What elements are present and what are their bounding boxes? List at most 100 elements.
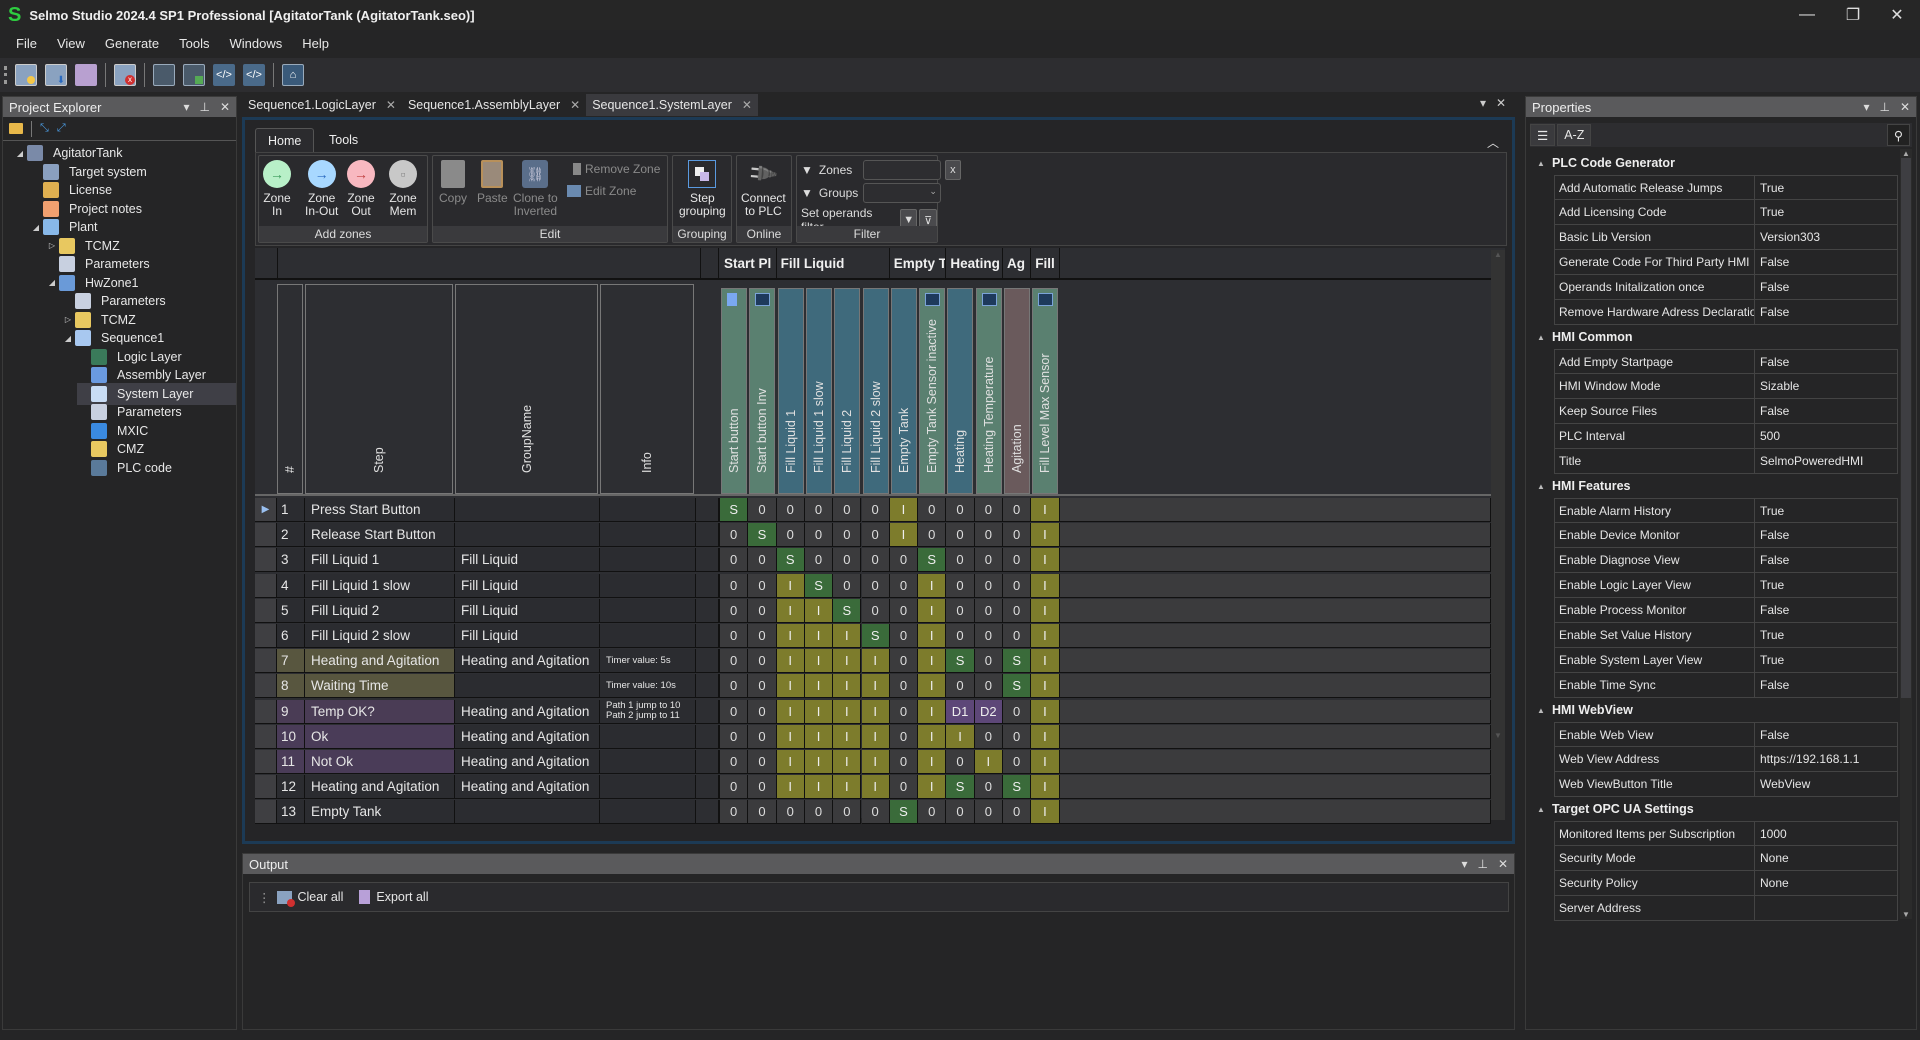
step-name[interactable]: Release Start Button	[305, 523, 455, 548]
operand-cell[interactable]: I	[776, 649, 805, 674]
operand-cell[interactable]: 0	[918, 800, 947, 825]
operand-cell[interactable]: S	[833, 598, 862, 623]
operand-cell[interactable]: 0	[804, 523, 834, 548]
property-value[interactable]: False	[1755, 673, 1897, 697]
row-header[interactable]	[255, 699, 277, 724]
close-tab-icon[interactable]: ✕	[386, 98, 396, 112]
close-icon[interactable]: ✕	[1900, 100, 1910, 114]
operand-cell[interactable]: 0	[974, 674, 1003, 699]
step-name[interactable]: Fill Liquid 2	[305, 598, 455, 623]
property-row[interactable]: Web ViewButton Title WebView	[1554, 772, 1898, 797]
zone-group-header[interactable]: Heating	[946, 248, 1003, 278]
operand-cell[interactable]: 0	[974, 775, 1003, 800]
property-value[interactable]: Sizable	[1755, 374, 1897, 398]
property-category[interactable]: ▲ HMI Features	[1530, 474, 1900, 498]
property-value[interactable]: True	[1755, 623, 1897, 647]
row-header[interactable]	[255, 674, 277, 699]
operand-cell[interactable]: 0	[720, 724, 749, 749]
collapse-arrow-icon[interactable]: ▲	[1530, 805, 1552, 814]
operand-cell[interactable]: I	[804, 775, 834, 800]
property-value[interactable]: 1000	[1755, 822, 1897, 845]
operand-cell[interactable]: 0	[720, 548, 749, 573]
operand-header[interactable]: Heating	[947, 288, 974, 494]
operand-cell[interactable]: 0	[1003, 699, 1032, 724]
zones-filter-input[interactable]	[862, 160, 941, 180]
operand-cell[interactable]: S	[946, 775, 975, 800]
operand-cell[interactable]: 0	[889, 699, 919, 724]
operand-cell[interactable]: I	[1031, 649, 1060, 674]
grid-vertical-scrollbar[interactable]: ▲ ▼	[1491, 250, 1505, 820]
categorized-view-button[interactable]: ☰	[1530, 124, 1556, 146]
operand-cell[interactable]: 0	[776, 800, 805, 825]
dropdown-icon[interactable]: ▾	[1863, 100, 1869, 114]
operand-cell[interactable]: S	[1003, 649, 1032, 674]
menu-file[interactable]: File	[6, 36, 47, 51]
property-value[interactable]: False	[1755, 523, 1897, 547]
pin-icon[interactable]: ⊥	[1879, 100, 1889, 114]
group-name[interactable]: Fill Liquid	[455, 548, 600, 573]
close-tab-icon[interactable]: ✕	[742, 98, 752, 112]
property-row[interactable]: HMI Window Mode Sizable	[1554, 374, 1898, 399]
minimize-button[interactable]: —	[1784, 0, 1830, 30]
step-name[interactable]: Temp OK?	[305, 699, 455, 724]
property-value[interactable]: False	[1755, 275, 1897, 299]
zone-group-header[interactable]: Empty T	[890, 248, 947, 278]
operand-cell[interactable]: I	[833, 699, 862, 724]
property-row[interactable]: Server Address	[1554, 896, 1898, 921]
operand-cell[interactable]: I	[804, 598, 834, 623]
operand-cell[interactable]: I	[804, 699, 834, 724]
property-value[interactable]: False	[1755, 723, 1897, 746]
property-row[interactable]: Keep Source Files False	[1554, 399, 1898, 424]
operand-cell[interactable]: 0	[946, 750, 975, 774]
operand-cell[interactable]: I	[776, 624, 805, 648]
property-row[interactable]: Remove Hardware Adress Declaration False	[1554, 300, 1898, 325]
operand-cell[interactable]: 0	[861, 573, 890, 598]
property-value[interactable]: False	[1755, 250, 1897, 274]
operand-cell[interactable]: 0	[918, 498, 947, 522]
collapse-ribbon-icon[interactable]: ︿	[1487, 134, 1499, 151]
close-icon[interactable]: ✕	[220, 100, 230, 114]
operand-cell[interactable]: I	[1031, 573, 1060, 598]
operand-cell[interactable]: 0	[861, 548, 890, 573]
property-row[interactable]: Basic Lib Version Version303	[1554, 225, 1898, 250]
operand-cell[interactable]: I	[1031, 775, 1060, 800]
info-header[interactable]: Info	[600, 284, 694, 494]
expand-all-icon[interactable]: ⤢	[57, 122, 66, 135]
property-value[interactable]: None	[1755, 846, 1897, 870]
collapse-arrow-icon[interactable]: ▲	[1530, 333, 1552, 342]
property-row[interactable]: PLC Interval 500	[1554, 424, 1898, 449]
group-name[interactable]: Heating and Agitation	[455, 775, 600, 800]
close-document-icon[interactable]: ✕	[1496, 96, 1506, 110]
operand-cell[interactable]: 0	[974, 523, 1003, 548]
operand-cell[interactable]: I	[889, 498, 919, 522]
property-row[interactable]: Web View Address https://192.168.1.1	[1554, 747, 1898, 772]
step-name[interactable]: Not Ok	[305, 750, 455, 774]
zone-mem-button[interactable]: ▫ Zone Mem	[389, 160, 417, 218]
operand-cell[interactable]: I	[776, 598, 805, 623]
operand-cell[interactable]: 0	[720, 800, 749, 825]
property-row[interactable]: Security Policy None	[1554, 871, 1898, 896]
step-name[interactable]: Fill Liquid 2 slow	[305, 624, 455, 648]
group-name[interactable]	[455, 800, 600, 825]
zone-group-header[interactable]: Fill	[1031, 248, 1060, 278]
operand-cell[interactable]: S	[889, 800, 919, 825]
property-value[interactable]: None	[1755, 871, 1897, 895]
operand-cell[interactable]: I	[1031, 674, 1060, 699]
operand-cell[interactable]: 0	[946, 674, 975, 699]
operand-cell[interactable]: 0	[748, 598, 777, 623]
table-row[interactable]: 6 Fill Liquid 2 slow Fill Liquid 0 0 I I I S 0 I 0 0…	[255, 624, 1491, 649]
row-header[interactable]	[255, 573, 277, 598]
operand-cell[interactable]: I	[918, 699, 947, 724]
operand-cell[interactable]: 0	[748, 800, 777, 825]
group-name[interactable]: Heating and Agitation	[455, 724, 600, 749]
group-name[interactable]: Fill Liquid	[455, 624, 600, 648]
property-row[interactable]: Add Licensing Code True	[1554, 200, 1898, 225]
operand-cell[interactable]: I	[861, 724, 890, 749]
collapse-arrow-icon[interactable]: ▲	[1530, 159, 1552, 168]
operand-cell[interactable]: D1	[946, 699, 975, 724]
menu-help[interactable]: Help	[292, 36, 339, 51]
operand-cell[interactable]: S	[1003, 674, 1032, 699]
ribbon-tab-tools[interactable]: Tools	[317, 128, 370, 152]
operand-cell[interactable]: 0	[918, 523, 947, 548]
operand-cell[interactable]: 0	[946, 573, 975, 598]
